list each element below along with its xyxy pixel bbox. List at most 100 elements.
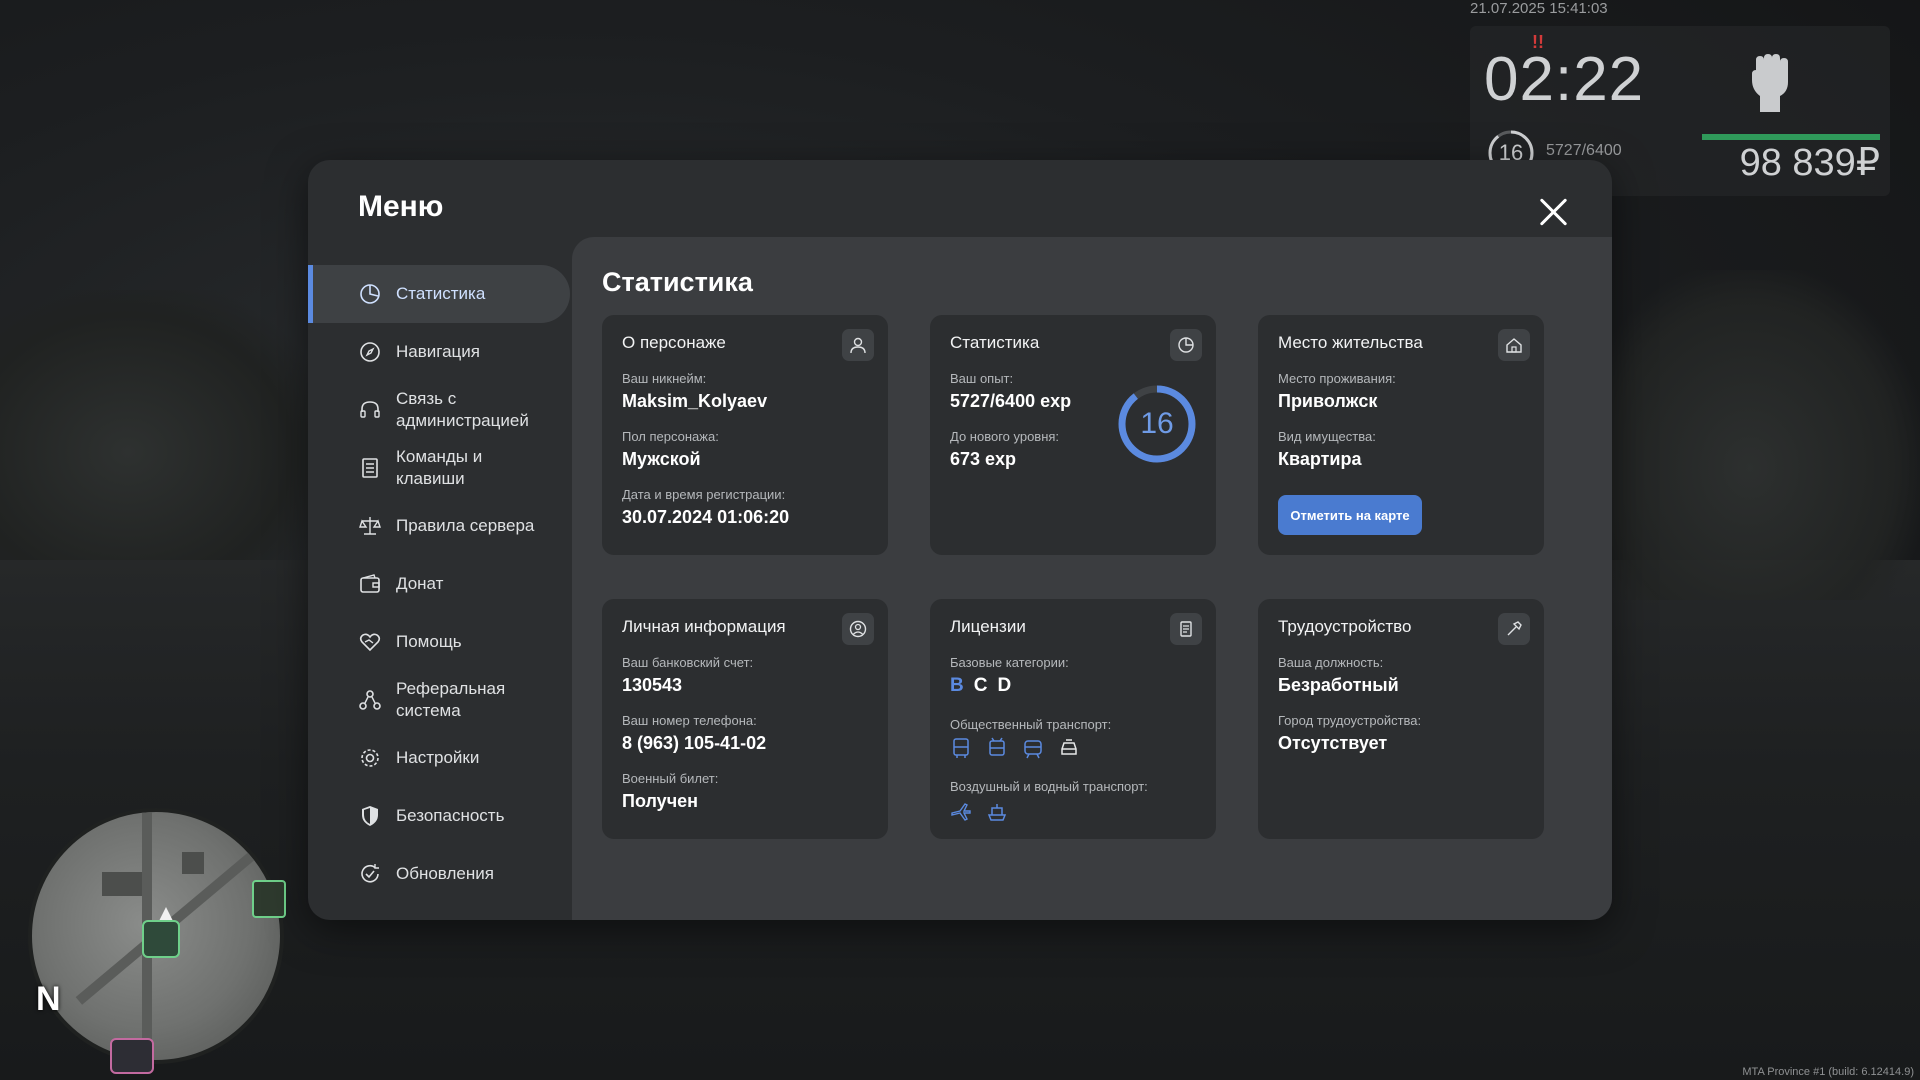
- license-category: B: [950, 675, 964, 696]
- background-trees-left: [0, 290, 320, 560]
- job-city-label: Город трудоустройства:: [1278, 713, 1422, 728]
- level-ring: 16: [1116, 383, 1198, 465]
- exp-label: Ваш опыт:: [950, 371, 1014, 386]
- minimap-building: [102, 872, 142, 896]
- sidebar-item-label: Правила сервера: [396, 516, 535, 535]
- background-trees: [1580, 270, 1920, 600]
- sidebar-item-label: Навигация: [396, 342, 480, 361]
- license-categories: BCD: [950, 675, 1021, 697]
- gender-value: Мужской: [622, 449, 701, 469]
- air-water-label: Воздушный и водный транспорт:: [950, 779, 1148, 794]
- position-value: Безработный: [1278, 675, 1399, 695]
- minimap-blip: [110, 1038, 154, 1074]
- sidebar-item-label: Связь с администрацией: [396, 389, 529, 430]
- level-number: 16: [1140, 407, 1174, 440]
- content-panel: Статистика О персонаже Ваш никнейм: Maks…: [572, 237, 1612, 920]
- profile-circle-icon: [842, 613, 874, 645]
- hud-datetime: 21.07.2025 15:41:03: [1470, 0, 1608, 17]
- sidebar-item-statistics[interactable]: Статистика: [308, 265, 570, 323]
- license-category: C: [973, 675, 988, 696]
- minimap-blip: [142, 920, 180, 958]
- bus-icon: [953, 738, 969, 758]
- sidebar-item-rules[interactable]: Правила сервера: [308, 497, 570, 555]
- sidebar-item-navigation[interactable]: Навигация: [308, 323, 570, 381]
- residence-value: Приволжск: [1278, 391, 1378, 411]
- phone-label: Ваш номер телефона:: [622, 713, 757, 728]
- personal-info-card: Личная информация Ваш банковский счет: 1…: [602, 599, 888, 839]
- compass-icon: [360, 342, 380, 362]
- refresh-check-icon: [361, 864, 379, 883]
- public-transport-icons: [950, 737, 1080, 759]
- sidebar-item-updates[interactable]: Обновления: [308, 845, 570, 903]
- sidebar-item-label: Настройки: [396, 748, 480, 767]
- card-title: Трудоустройство: [1278, 617, 1412, 636]
- sidebar-item-donate[interactable]: Донат: [308, 555, 570, 613]
- sidebar-item-label: Обновления: [396, 864, 494, 883]
- nickname-label: Ваш никнейм:: [622, 371, 707, 386]
- bank-value: 130543: [622, 675, 683, 695]
- card-title: Лицензии: [950, 617, 1026, 636]
- character-card: О персонаже Ваш никнейм: Maksim_Kolyaev …: [602, 315, 888, 555]
- fist-icon: [1752, 54, 1788, 112]
- residence-card: Место жительства Место проживания: Приво…: [1258, 315, 1544, 555]
- tram-icon: [1024, 740, 1042, 759]
- network-icon: [359, 690, 381, 710]
- nickname-value: Maksim_Kolyaev: [622, 391, 768, 411]
- pie-chart-icon: [1170, 329, 1202, 361]
- document-icon: [1170, 613, 1202, 645]
- headset-icon: [360, 401, 380, 418]
- sidebar-item-label: Команды и клавиши: [396, 447, 483, 488]
- card-title: О персонаже: [622, 333, 726, 352]
- bank-label: Ваш банковский счет:: [622, 655, 754, 670]
- residence-label: Место проживания:: [1278, 371, 1396, 386]
- house-icon: [1498, 329, 1530, 361]
- content-title: Статистика: [602, 267, 753, 297]
- hud-clock: 02:22: [1484, 45, 1645, 114]
- hud-exp: 5727/6400: [1546, 142, 1622, 159]
- scales-icon: [359, 517, 381, 535]
- position-label: Ваша должность:: [1278, 655, 1384, 670]
- air-water-icons: [950, 801, 1008, 823]
- exp-value: 5727/6400 exp: [950, 391, 1072, 411]
- gender-label: Пол персонажа:: [622, 429, 719, 444]
- sidebar-item-commands[interactable]: Команды и клавиши: [308, 439, 570, 497]
- sidebar-item-label: Реферальная система: [396, 679, 506, 720]
- phone-value: 8 (963) 105-41-02: [622, 733, 767, 753]
- registration-label: Дата и время регистрации:: [622, 487, 786, 502]
- pie-chart-icon: [360, 284, 380, 304]
- next-level-value: 673 exp: [950, 449, 1017, 469]
- sidebar-item-label: Помощь: [396, 632, 462, 651]
- card-title: Место жительства: [1278, 333, 1423, 352]
- plane-icon: [951, 803, 971, 821]
- property-label: Вид имущества:: [1278, 429, 1376, 444]
- sidebar-item-help[interactable]: Помощь: [308, 613, 570, 671]
- hammer-icon: [1498, 613, 1530, 645]
- minimap-building: [182, 852, 204, 874]
- property-value: Квартира: [1278, 449, 1362, 469]
- menu-modal: Меню Статистика Навигация Связь с админи…: [308, 160, 1612, 920]
- licenses-card: Лицензии Базовые категории: BCD Обществе…: [930, 599, 1216, 839]
- sidebar-item-admin-contact[interactable]: Связь с администрацией: [308, 381, 570, 439]
- taxi-icon: [1061, 739, 1077, 755]
- sidebar-item-security[interactable]: Безопасность: [308, 787, 570, 845]
- minimap-blip: [252, 880, 286, 918]
- card-title: Личная информация: [622, 617, 786, 636]
- next-level-label: До нового уровня:: [950, 429, 1060, 444]
- menu-title: Меню: [358, 190, 444, 223]
- stats-card: Статистика Ваш опыт: 5727/6400 exp До но…: [930, 315, 1216, 555]
- boat-icon: [987, 804, 1007, 821]
- gear-icon: [361, 749, 379, 767]
- mark-on-map-button[interactable]: Отметить на карте: [1278, 495, 1422, 535]
- user-icon: [842, 329, 874, 361]
- sidebar-item-referral[interactable]: Реферальная система: [308, 671, 570, 729]
- hud-alert: !!: [1532, 32, 1544, 52]
- card-title: Статистика: [950, 333, 1040, 352]
- shield-icon: [362, 806, 378, 826]
- sidebar-item-label: Статистика: [396, 284, 486, 303]
- wallet-icon: [360, 574, 380, 593]
- military-value: Получен: [622, 791, 699, 811]
- registration-value: 30.07.2024 01:06:20: [622, 507, 790, 527]
- sidebar-item-settings[interactable]: Настройки: [308, 729, 570, 787]
- close-button[interactable]: [1536, 194, 1572, 230]
- build-info: MTA Province #1 (build: 6.12414.9): [1742, 1066, 1914, 1078]
